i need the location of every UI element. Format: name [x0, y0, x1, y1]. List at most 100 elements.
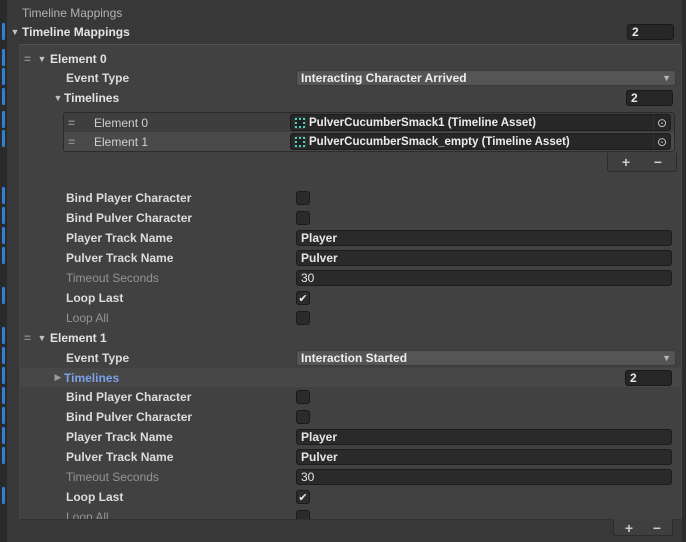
timeout-label: Timeout Seconds — [66, 271, 159, 285]
timelines-list: = Element 0 PulverCucumberSmack1 (Timeli… — [63, 112, 675, 152]
pulver-track-input[interactable] — [296, 250, 672, 266]
timeline-asset-icon — [294, 136, 306, 148]
timeline-mappings-foldout[interactable]: ▼ Timeline Mappings 2 — [7, 22, 682, 42]
bind-player-label: Bind Player Character — [66, 390, 191, 404]
foldout-open-icon[interactable]: ▼ — [36, 333, 48, 343]
timeline-asset-name: PulverCucumberSmack1 (Timeline Asset) — [309, 117, 653, 129]
timeline-asset-field[interactable]: PulverCucumberSmack1 (Timeline Asset) ⊙ — [290, 114, 671, 131]
pulver-track-row: Pulver Track Name — [20, 447, 681, 467]
foldout-open-icon[interactable]: ▼ — [36, 54, 48, 64]
event-type-dropdown[interactable]: Interaction Started ▼ — [296, 350, 676, 366]
bind-pulver-label: Bind Pulver Character — [66, 410, 192, 424]
drag-handle-icon[interactable]: = — [24, 52, 36, 66]
prefab-override-marker — [2, 68, 5, 85]
timelines-label: Timelines — [64, 91, 119, 105]
foldout-closed-icon[interactable]: ▶ — [52, 372, 64, 383]
pulver-track-input[interactable] — [296, 449, 672, 465]
loop-last-label: Loop Last — [66, 490, 123, 504]
timelines-size-field[interactable]: 2 — [625, 370, 672, 386]
event-type-row: Event Type Interaction Started ▼ — [20, 348, 681, 368]
loop-last-checkbox[interactable]: ✔ — [296, 490, 310, 504]
loop-all-row: Loop All — [20, 308, 681, 328]
drag-handle-icon[interactable]: = — [68, 135, 80, 149]
loop-all-checkbox[interactable] — [296, 510, 310, 520]
timeline-item-row[interactable]: = Element 1 PulverCucumberSmack_empty (T… — [64, 132, 674, 151]
prefab-override-marker — [2, 207, 5, 224]
element0-title: Element 0 — [50, 52, 107, 66]
bind-pulver-checkbox[interactable] — [296, 410, 310, 424]
timeline-item-label: Element 0 — [94, 116, 148, 130]
timeline-mappings-title: Timeline Mappings — [22, 25, 130, 39]
prefab-override-marker — [2, 407, 5, 424]
bind-player-row: Bind Player Character — [20, 387, 681, 407]
loop-all-checkbox[interactable] — [296, 311, 310, 325]
checkmark-icon: ✔ — [298, 292, 307, 305]
player-track-row: Player Track Name — [20, 228, 681, 248]
event-type-dropdown[interactable]: Interacting Character Arrived ▼ — [296, 70, 676, 86]
property-header-row: Timeline Mappings — [7, 3, 682, 22]
remove-element-button[interactable]: − — [645, 155, 671, 170]
chevron-down-icon: ▼ — [662, 73, 671, 83]
prefab-override-marker — [2, 447, 5, 464]
timeout-label: Timeout Seconds — [66, 470, 159, 484]
prefab-override-marker — [2, 88, 5, 105]
bind-player-label: Bind Player Character — [66, 191, 191, 205]
timeline-item-row[interactable]: = Element 0 PulverCucumberSmack1 (Timeli… — [64, 113, 674, 132]
timelines-label: Timelines — [64, 371, 119, 385]
prefab-override-marker — [2, 287, 5, 304]
timeout-row: Timeout Seconds — [20, 467, 681, 487]
timeline-asset-field[interactable]: PulverCucumberSmack_empty (Timeline Asse… — [290, 133, 671, 150]
player-track-row: Player Track Name — [20, 427, 681, 447]
prefab-override-marker — [2, 187, 5, 204]
chevron-down-icon: ▼ — [662, 353, 671, 363]
remove-element-button[interactable]: − — [647, 521, 667, 535]
prefab-override-marker — [2, 367, 5, 384]
element1-header[interactable]: = ▼ Element 1 — [20, 328, 681, 348]
checkmark-icon: ✔ — [298, 491, 307, 504]
loop-last-row: Loop Last ✔ — [20, 487, 681, 507]
timeout-input[interactable] — [296, 270, 672, 286]
drag-handle-icon[interactable]: = — [24, 331, 36, 345]
pulver-track-row: Pulver Track Name — [20, 248, 681, 268]
timeout-row: Timeout Seconds — [20, 268, 681, 288]
prefab-override-marker — [2, 327, 5, 344]
timelines-foldout-row[interactable]: ▼ Timelines 2 — [20, 88, 681, 108]
prefab-override-marker — [2, 111, 5, 128]
bind-pulver-checkbox[interactable] — [296, 211, 310, 225]
prefab-override-marker — [2, 347, 5, 364]
object-picker-icon[interactable]: ⊙ — [653, 115, 670, 130]
element1-title: Element 1 — [50, 331, 107, 345]
prefab-override-marker — [2, 49, 5, 66]
foldout-open-icon[interactable]: ▼ — [8, 27, 22, 37]
add-element-button[interactable]: + — [619, 521, 639, 535]
player-track-label: Player Track Name — [66, 430, 173, 444]
foldout-open-icon[interactable]: ▼ — [52, 93, 64, 103]
timeout-input[interactable] — [296, 469, 672, 485]
bind-player-checkbox[interactable] — [296, 191, 310, 205]
window-right-edge — [682, 0, 686, 542]
prefab-override-marker — [2, 387, 5, 404]
event-type-row: Event Type Interacting Character Arrived… — [20, 68, 681, 88]
bind-pulver-label: Bind Pulver Character — [66, 211, 192, 225]
timeline-mappings-footer: + − — [613, 519, 673, 536]
loop-last-row: Loop Last ✔ — [20, 288, 681, 308]
timelines-size-field[interactable]: 2 — [626, 90, 673, 106]
pulver-track-label: Pulver Track Name — [66, 450, 173, 464]
loop-all-row: Loop All — [20, 507, 681, 520]
timelines-foldout-row-selected[interactable]: ▶ Timelines 2 — [19, 368, 682, 387]
loop-last-checkbox[interactable]: ✔ — [296, 291, 310, 305]
player-track-input[interactable] — [296, 429, 672, 445]
object-picker-icon[interactable]: ⊙ — [653, 134, 670, 149]
bind-player-checkbox[interactable] — [296, 390, 310, 404]
add-element-button[interactable]: + — [613, 155, 639, 170]
element0-header[interactable]: = ▼ Element 0 — [20, 50, 681, 68]
prefab-override-marker — [2, 487, 5, 504]
player-track-input[interactable] — [296, 230, 672, 246]
timelines-list-footer: + − — [607, 153, 677, 172]
pulver-track-label: Pulver Track Name — [66, 251, 173, 265]
drag-handle-icon[interactable]: = — [68, 116, 80, 130]
array-size-field[interactable]: 2 — [627, 24, 674, 40]
prefab-override-marker — [2, 247, 5, 264]
player-track-label: Player Track Name — [66, 231, 173, 245]
prefab-override-marker — [2, 427, 5, 444]
